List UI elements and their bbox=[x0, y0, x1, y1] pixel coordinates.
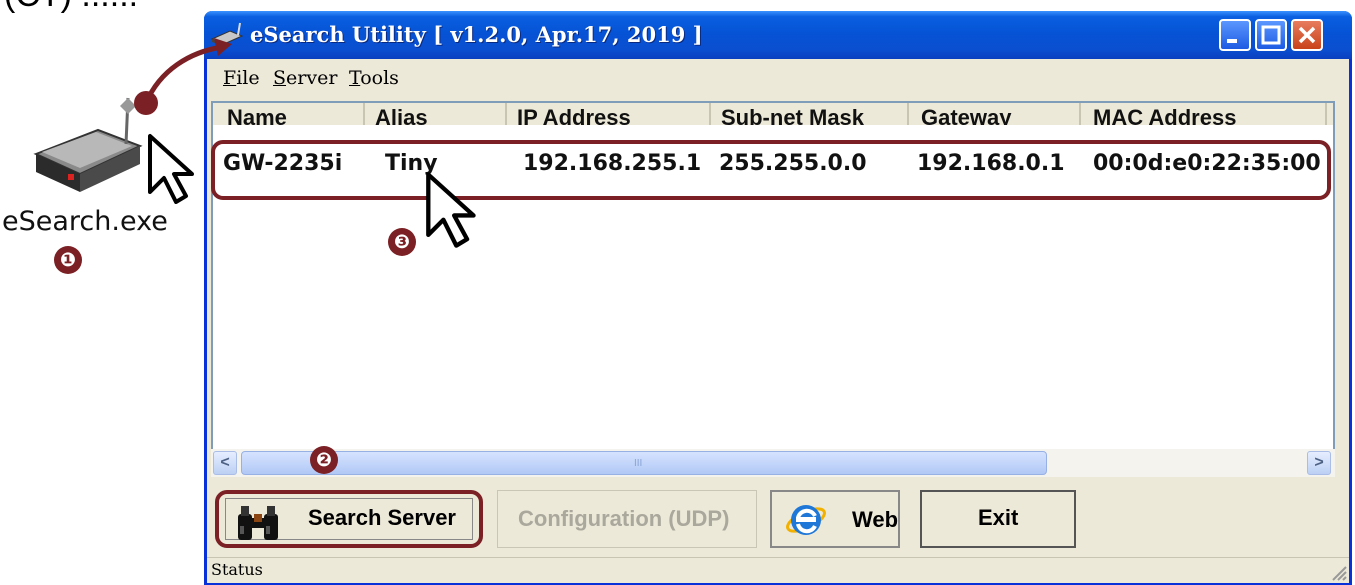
status-bar: Status bbox=[207, 557, 1349, 583]
minimize-button[interactable] bbox=[1219, 19, 1251, 51]
exit-button[interactable]: Exit bbox=[920, 490, 1076, 548]
search-server-button-face: Search Server bbox=[225, 498, 473, 540]
window-title: eSearch Utility [ v1.2.0, Apr.17, 2019 ] bbox=[250, 22, 703, 47]
column-header-gateway[interactable]: Gateway bbox=[921, 105, 1012, 125]
esearch-exe-icon[interactable] bbox=[28, 92, 148, 202]
maximize-button[interactable] bbox=[1255, 19, 1287, 51]
menu-tools[interactable]: Tools bbox=[349, 67, 399, 89]
scrollbar-grip: III bbox=[634, 458, 643, 469]
close-button[interactable] bbox=[1291, 19, 1323, 51]
internet-explorer-icon bbox=[786, 505, 826, 535]
column-divider[interactable] bbox=[1325, 103, 1327, 125]
network-device-icon bbox=[210, 22, 244, 47]
cropped-caption: (CT) ...... - bbox=[4, 0, 159, 12]
column-divider[interactable] bbox=[907, 103, 909, 125]
step-1-badge: ❶ bbox=[54, 246, 82, 274]
menu-bar: File Server Tools bbox=[207, 59, 1349, 95]
resize-grip-icon[interactable] bbox=[1329, 563, 1347, 581]
mouse-pointer-icon bbox=[426, 172, 476, 248]
column-header-mac[interactable]: MAC Address bbox=[1093, 105, 1236, 125]
esearch-utility-window: eSearch Utility [ v1.2.0, Apr.17, 2019 ]… bbox=[204, 11, 1352, 585]
search-server-button[interactable]: Search Server bbox=[215, 490, 483, 548]
maximize-icon bbox=[1261, 25, 1281, 45]
step-2-badge: ❷ bbox=[310, 446, 338, 474]
binoculars-icon bbox=[238, 506, 278, 540]
close-icon bbox=[1298, 26, 1316, 44]
configuration-udp-label: Configuration (UDP) bbox=[518, 506, 730, 531]
title-bar[interactable]: eSearch Utility [ v1.2.0, Apr.17, 2019 ] bbox=[204, 11, 1352, 59]
scroll-right-button[interactable]: > bbox=[1307, 451, 1331, 475]
exit-label: Exit bbox=[978, 505, 1019, 530]
scroll-left-button[interactable]: < bbox=[213, 451, 237, 475]
minimize-icon bbox=[1227, 39, 1237, 43]
search-server-label: Search Server bbox=[308, 505, 456, 530]
exe-filename-label: eSearch.exe bbox=[2, 206, 168, 237]
list-header: Name Alias IP Address Sub-net Mask Gatew… bbox=[213, 103, 1333, 125]
column-divider[interactable] bbox=[505, 103, 507, 125]
column-header-name[interactable]: Name bbox=[227, 105, 287, 125]
row-highlight-outline bbox=[211, 140, 1331, 200]
status-label: Status bbox=[211, 560, 263, 579]
scrollbar-thumb[interactable]: III bbox=[241, 451, 1047, 475]
web-label: Web bbox=[852, 507, 899, 532]
web-button[interactable]: Web bbox=[770, 490, 900, 548]
step-3-badge: ❸ bbox=[388, 228, 416, 256]
mouse-pointer-icon bbox=[148, 134, 194, 204]
column-header-ip[interactable]: IP Address bbox=[517, 105, 631, 125]
column-divider[interactable] bbox=[1079, 103, 1081, 125]
menu-server[interactable]: Server bbox=[273, 67, 337, 89]
horizontal-scrollbar[interactable]: < III > bbox=[211, 449, 1335, 477]
column-divider[interactable] bbox=[363, 103, 365, 125]
column-divider[interactable] bbox=[709, 103, 711, 125]
column-header-alias[interactable]: Alias bbox=[375, 105, 428, 125]
menu-file[interactable]: File bbox=[223, 67, 260, 89]
column-header-mask[interactable]: Sub-net Mask bbox=[721, 105, 864, 125]
configuration-udp-button: Configuration (UDP) bbox=[497, 490, 757, 548]
